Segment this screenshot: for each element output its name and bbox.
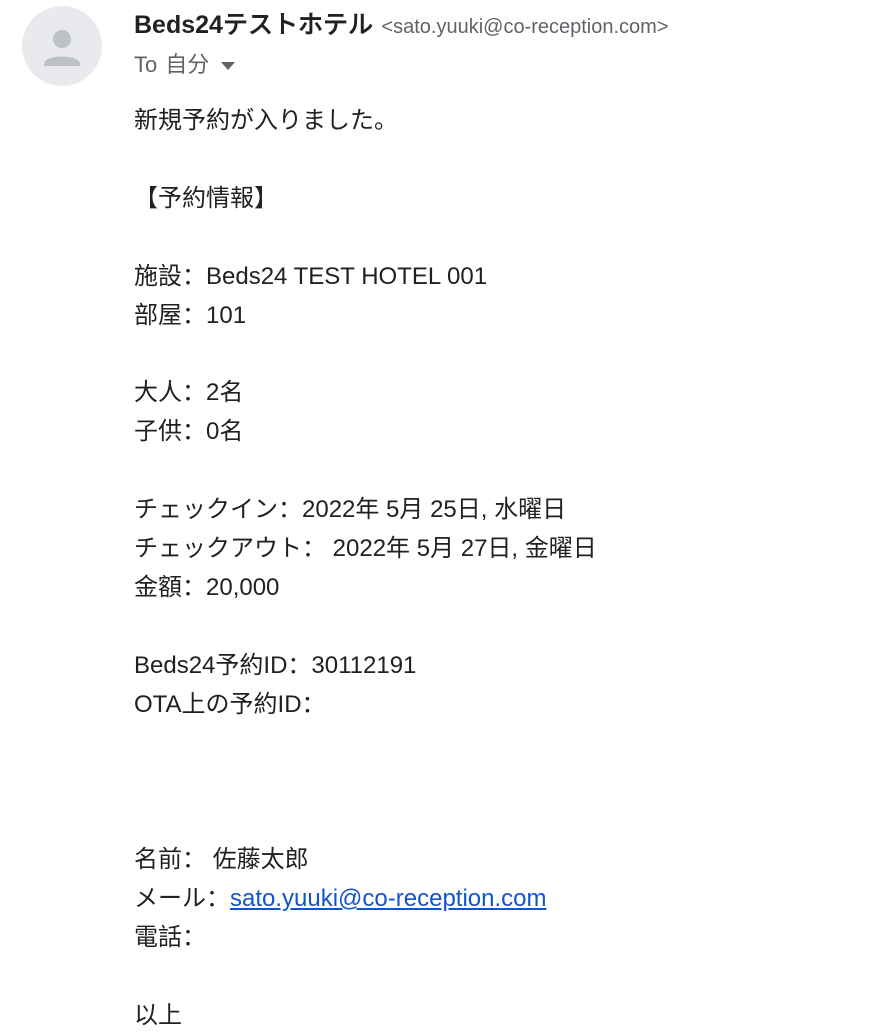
beds24-id-label: Beds24予約ID： [134, 651, 312, 679]
closing-text: 以上 [134, 1001, 182, 1029]
phone-row: 電話： [134, 919, 854, 958]
checkout-row: チェックアウト： 2022年 5月 27日, 金曜日 [134, 530, 854, 569]
mail-label: メール： [134, 885, 230, 912]
chevron-down-icon[interactable] [221, 62, 236, 70]
room-value: 101 [206, 301, 247, 329]
beds24-id-value: 30112191 [311, 651, 417, 679]
facility-row: 施設：Beds24 TEST HOTEL 001 [134, 258, 854, 297]
checkin-value: 2022年 5月 25日, 水曜日 [302, 496, 567, 523]
message-header: Beds24テストホテル <sato.yuuki@co-reception.co… [134, 8, 864, 80]
checkin-row: チェックイン：2022年 5月 25日, 水曜日 [134, 491, 854, 530]
recipient-details-toggle[interactable]: To 自分 [134, 50, 236, 80]
checkout-label: チェックアウト： [134, 534, 326, 562]
beds24-id-row: Beds24予約ID：30112191 [134, 647, 854, 686]
phone-label: 電話： [134, 923, 206, 951]
room-label: 部屋： [134, 301, 206, 329]
to-value: 自分 [165, 52, 210, 77]
facility-value: Beds24 TEST HOTEL 001 [206, 262, 488, 290]
person-icon [44, 30, 80, 66]
amount-label: 金額： [134, 573, 206, 601]
room-row: 部屋：101 [134, 297, 854, 336]
sender-avatar[interactable] [22, 6, 102, 86]
checkout-value: 2022年 5月 27日, 金曜日 [326, 534, 597, 562]
adults-row: 大人：2名 [134, 374, 854, 413]
ota-id-label: OTA上の予約ID： [134, 690, 326, 718]
children-row: 子供：0名 [134, 413, 854, 452]
sender-row: Beds24テストホテル <sato.yuuki@co-reception.co… [134, 8, 864, 46]
ota-id-row: OTA上の予約ID： [134, 686, 854, 725]
message-body: 新規予約が入りました。 【予約情報】 施設：Beds24 TEST HOTEL … [134, 102, 854, 1036]
sender-email[interactable]: <sato.yuuki@co-reception.com> [381, 16, 668, 38]
guest-name-value: 佐藤太郎 [206, 846, 309, 874]
amount-value: 20,000 [206, 573, 280, 601]
section-title: 【予約情報】 [134, 184, 278, 212]
adults-value: 2名 [206, 379, 244, 407]
mail-row: メール：sato.yuuki@co-reception.com [134, 880, 854, 919]
sender-name[interactable]: Beds24テストホテル [134, 11, 373, 39]
children-value: 0名 [206, 418, 244, 446]
guest-name-label: 名前： [134, 846, 206, 874]
to-label: To [134, 52, 158, 77]
mail-link[interactable]: sato.yuuki@co-reception.com [230, 885, 547, 912]
intro-text: 新規予約が入りました。 [134, 107, 398, 134]
adults-label: 大人： [134, 379, 206, 407]
amount-row: 金額：20,000 [134, 569, 854, 608]
facility-label: 施設： [134, 262, 206, 290]
guest-name-row: 名前： 佐藤太郎 [134, 841, 854, 880]
children-label: 子供： [134, 418, 206, 446]
checkin-label: チェックイン： [134, 496, 302, 523]
